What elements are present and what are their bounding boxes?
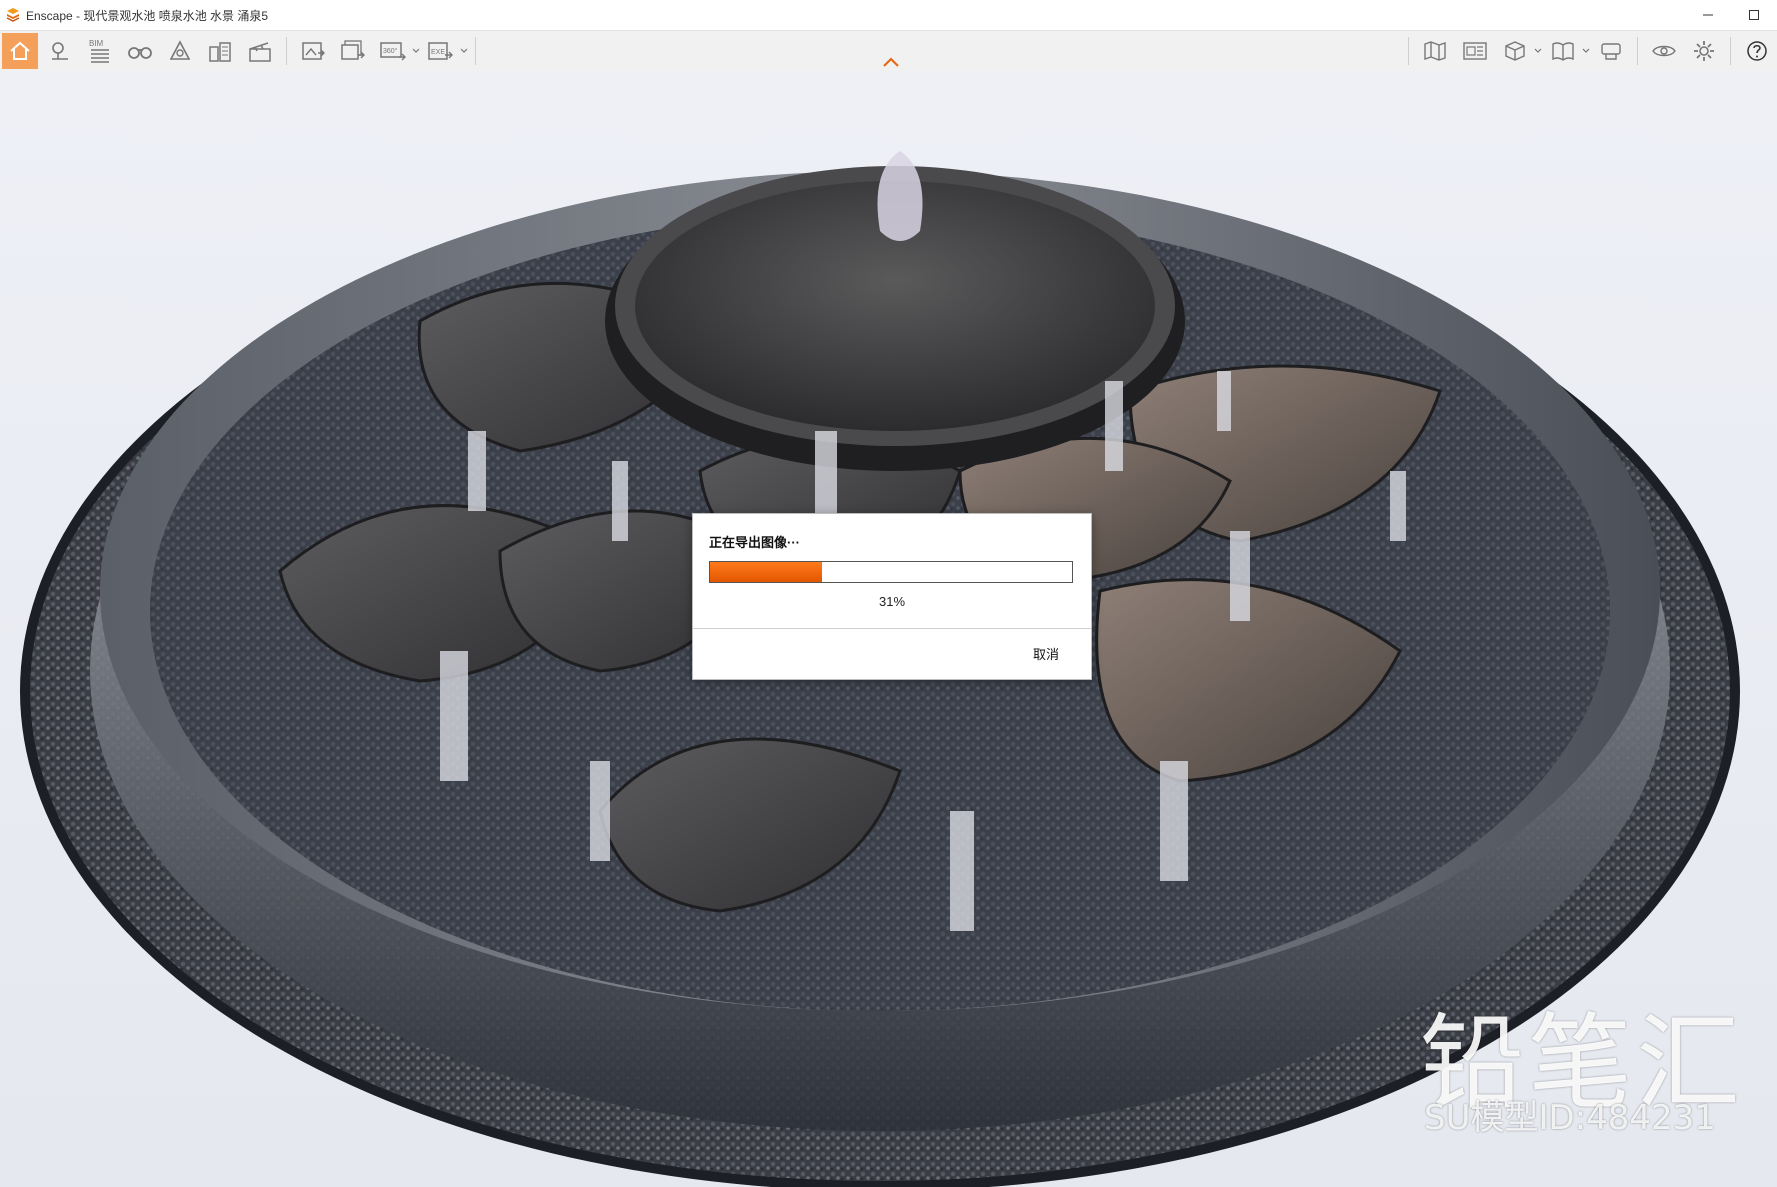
visual-settings-button[interactable] <box>1646 33 1682 69</box>
dialog-title: 正在导出图像··· <box>709 535 800 550</box>
minimize-icon <box>1703 14 1713 16</box>
maximize-button[interactable] <box>1731 0 1777 30</box>
watermark-model-id: SU模型ID:484231 <box>1424 1098 1716 1138</box>
video-editor-icon <box>249 42 271 62</box>
binoculars-button[interactable] <box>122 33 158 69</box>
exe-export-icon: EXE <box>428 42 453 60</box>
buildings-button[interactable] <box>202 33 238 69</box>
bim-icon: BIM <box>89 39 109 63</box>
buildings-icon <box>209 42 231 62</box>
collapse-toolbar-icon[interactable] <box>880 55 902 69</box>
chevron-down-icon <box>1582 48 1590 53</box>
settings-button[interactable] <box>1686 33 1722 69</box>
toolbar-separator <box>286 37 287 65</box>
render-image-icon <box>302 42 325 60</box>
help-icon <box>1747 41 1767 61</box>
chevron-down-icon <box>412 48 420 53</box>
settings-gear-icon <box>1694 41 1714 61</box>
asset-library-icon <box>169 40 191 60</box>
batch-render-button[interactable] <box>335 33 371 69</box>
minimize-button[interactable] <box>1685 0 1731 30</box>
export-progress-bar <box>709 561 1073 583</box>
map-icon <box>1424 41 1446 61</box>
panorama-360-icon: 360° <box>380 42 406 61</box>
bim-button[interactable]: BIM <box>82 33 118 69</box>
enscape-logo-icon <box>6 8 20 22</box>
batch-render-icon <box>341 40 365 60</box>
book-button[interactable] <box>1545 33 1581 69</box>
export-progress-dialog: 正在导出图像··· 31% 取消 <box>692 513 1092 680</box>
collaboration-icon <box>1601 43 1621 60</box>
maximize-icon <box>1749 10 1759 20</box>
window-title: Enscape - 现代景观水池 喷泉水池 水景 涌泉5 <box>26 8 269 23</box>
panorama-dropdown[interactable] <box>411 33 421 69</box>
cancel-button[interactable]: 取消 <box>1033 644 1059 663</box>
material-editor-icon <box>1463 42 1487 60</box>
video-editor-button[interactable] <box>242 33 278 69</box>
views-icon <box>52 42 68 60</box>
chevron-down-icon <box>1534 48 1542 53</box>
collaboration-button[interactable] <box>1593 33 1629 69</box>
render-image-button[interactable] <box>295 33 331 69</box>
panorama-360-button[interactable]: 360° <box>375 33 411 69</box>
asset-library-button[interactable] <box>162 33 198 69</box>
material-editor-button[interactable] <box>1457 33 1493 69</box>
cube-icon <box>1505 41 1525 61</box>
chevron-down-icon <box>460 48 468 53</box>
help-button[interactable] <box>1739 33 1775 69</box>
exe-label: EXE <box>431 49 445 56</box>
views-button[interactable] <box>42 33 78 69</box>
title-bar: Enscape - 现代景观水池 喷泉水池 水景 涌泉5 <box>0 0 1777 31</box>
cube-button[interactable] <box>1497 33 1533 69</box>
exe-export-button[interactable]: EXE <box>423 33 459 69</box>
binoculars-icon <box>128 47 152 59</box>
book-dropdown[interactable] <box>1581 33 1591 69</box>
visual-settings-icon <box>1652 45 1676 57</box>
exe-dropdown[interactable] <box>459 33 469 69</box>
progress-fill <box>710 562 823 582</box>
bim-label: BIM <box>89 39 104 48</box>
toolbar-separator <box>1730 37 1731 65</box>
cube-dropdown[interactable] <box>1533 33 1543 69</box>
panorama-360-label: 360° <box>383 47 398 55</box>
home-button[interactable] <box>2 33 38 69</box>
dialog-divider <box>693 628 1091 629</box>
progress-percent: 31% <box>878 594 906 609</box>
toolbar-separator <box>1637 37 1638 65</box>
toolbar-separator <box>1408 37 1409 65</box>
book-icon <box>1552 42 1574 61</box>
toolbar-separator <box>475 37 476 65</box>
map-button[interactable] <box>1417 33 1453 69</box>
home-icon <box>10 41 30 60</box>
